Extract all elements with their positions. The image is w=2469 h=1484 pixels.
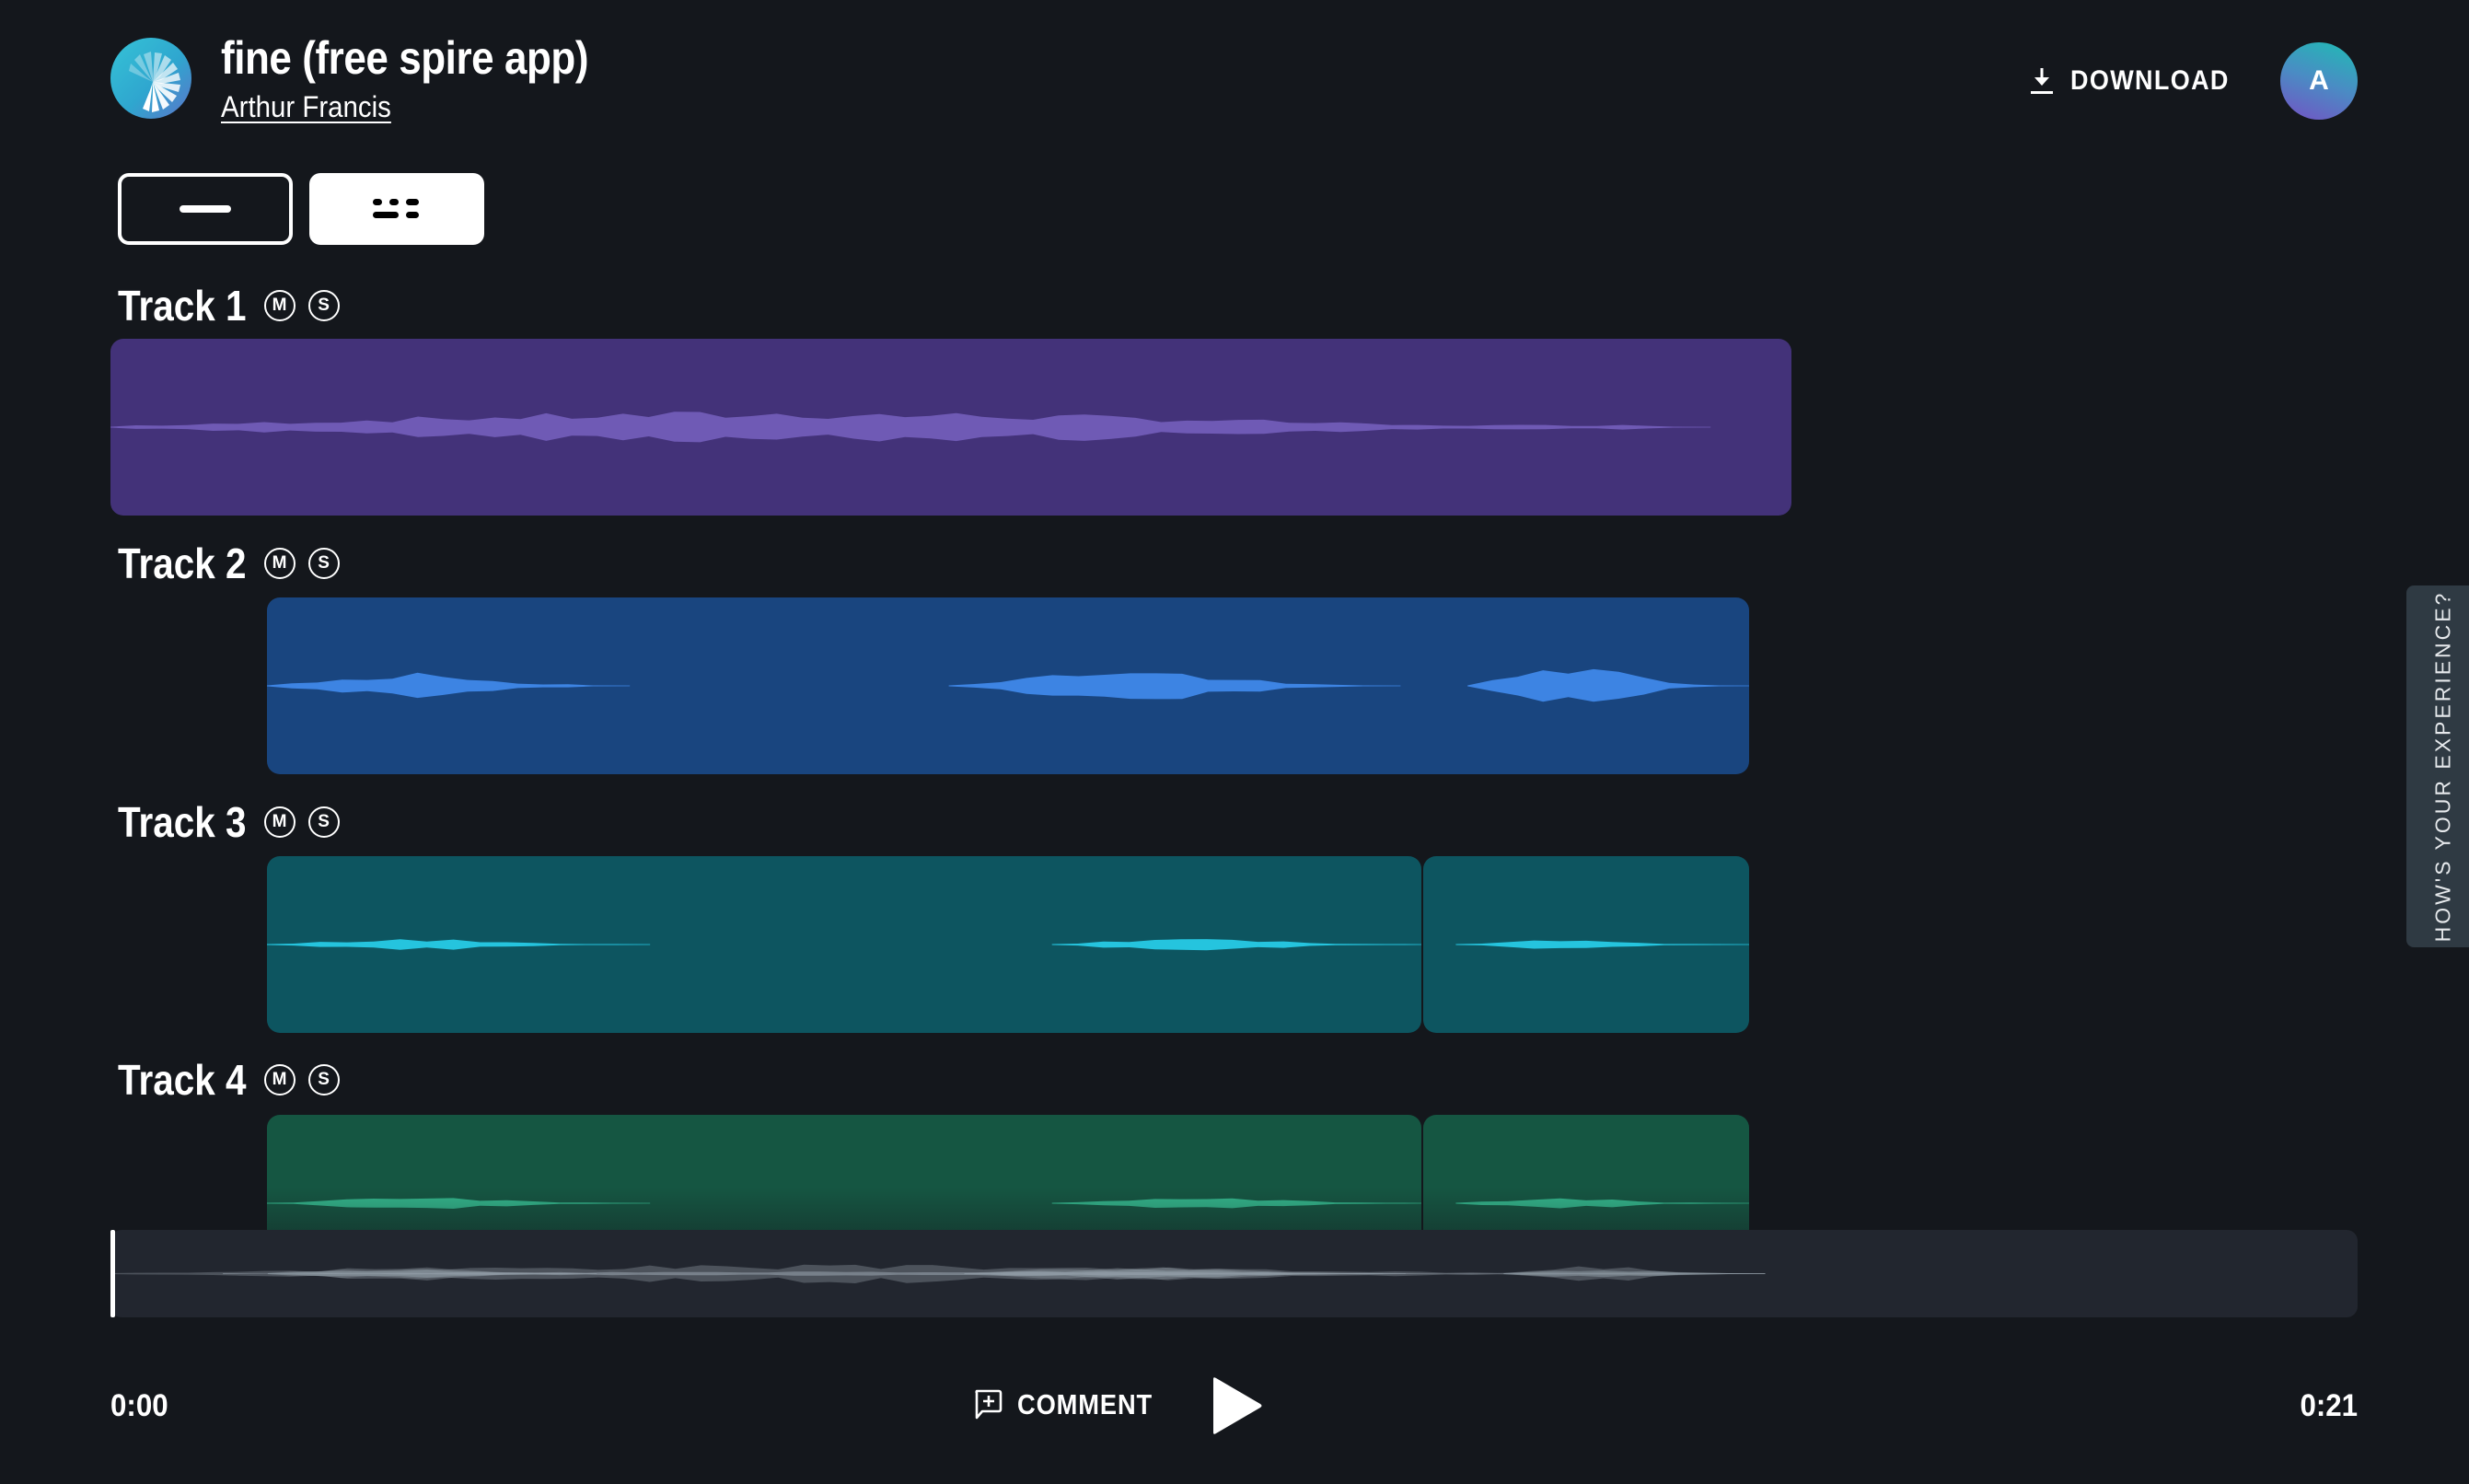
solo-button[interactable]: S xyxy=(307,290,340,321)
waveform xyxy=(1455,940,1749,949)
spire-fan-logo-icon xyxy=(129,52,180,112)
waveform xyxy=(267,939,1421,951)
play-button[interactable] xyxy=(1206,1375,1267,1436)
total-time: 0:21 xyxy=(2300,1388,2358,1423)
feedback-label: HOW'S YOUR EXPERIENCE? xyxy=(2430,590,2455,943)
mute-button[interactable]: M xyxy=(263,290,296,321)
playhead-handle[interactable] xyxy=(110,1230,115,1317)
solo-button[interactable]: S xyxy=(307,806,340,838)
waveform xyxy=(267,668,1749,702)
track-header-3: Track 3 M S xyxy=(118,798,340,846)
play-icon xyxy=(1213,1377,1262,1434)
comment-button[interactable]: COMMENT xyxy=(973,1388,1171,1421)
app-logo[interactable] xyxy=(110,38,191,119)
single-lane-view-button[interactable] xyxy=(118,173,293,245)
comment-label: COMMENT xyxy=(1017,1388,1153,1420)
single-line-icon xyxy=(180,205,231,213)
track-3-clip-b[interactable] xyxy=(1423,856,1749,1033)
track-name: Track 1 xyxy=(118,282,247,330)
waveform-shape xyxy=(1455,940,1749,949)
solo-button[interactable]: S xyxy=(307,1064,340,1096)
track-name: Track 4 xyxy=(118,1056,247,1104)
waveform-shape xyxy=(110,412,1711,443)
download-arrow-icon xyxy=(2031,68,2053,94)
solo-label: S xyxy=(318,296,330,315)
waveform-shape xyxy=(1455,1198,1749,1209)
mute-button[interactable]: M xyxy=(263,1064,296,1096)
track-header-4: Track 4 M S xyxy=(118,1056,340,1104)
multi-line-icon xyxy=(373,199,419,218)
waveform-shape xyxy=(267,939,1421,951)
download-label: DOWNLOAD xyxy=(2070,65,2230,96)
track-name: Track 2 xyxy=(118,539,247,587)
current-time: 0:00 xyxy=(110,1388,168,1423)
avatar-initial: A xyxy=(2309,65,2329,96)
mute-label: M xyxy=(272,296,287,315)
track-name: Track 3 xyxy=(118,798,247,846)
overview-waveform xyxy=(110,1264,1766,1283)
solo-button[interactable]: S xyxy=(307,548,340,579)
waveform-shape xyxy=(267,668,1749,702)
mute-label: M xyxy=(272,553,287,573)
solo-label: S xyxy=(318,812,330,831)
download-button[interactable]: DOWNLOAD xyxy=(2030,61,2247,101)
overview-waveform-scrubber[interactable] xyxy=(110,1230,2358,1317)
author-link[interactable]: Arthur Francis xyxy=(221,90,391,124)
mute-label: M xyxy=(272,812,287,831)
multitrack-view-button[interactable] xyxy=(309,173,484,245)
solo-label: S xyxy=(318,553,330,573)
track-3-clip-a[interactable] xyxy=(267,856,1421,1033)
waveform xyxy=(110,412,1711,443)
track-1-clip[interactable] xyxy=(110,339,1791,516)
project-title: fine (free spire app) xyxy=(221,32,589,84)
mute-button[interactable]: M xyxy=(263,806,296,838)
track-2-clip[interactable] xyxy=(267,597,1749,774)
mute-label: M xyxy=(272,1070,287,1089)
waveform-shape xyxy=(267,1198,1421,1209)
comment-plus-icon xyxy=(975,1389,1003,1420)
mute-button[interactable]: M xyxy=(263,548,296,579)
feedback-tab[interactable]: HOW'S YOUR EXPERIENCE? xyxy=(2406,585,2469,947)
track-header-1: Track 1 M S xyxy=(118,282,340,330)
solo-label: S xyxy=(318,1070,330,1089)
user-avatar[interactable]: A xyxy=(2280,42,2358,120)
track-header-2: Track 2 M S xyxy=(118,539,340,587)
